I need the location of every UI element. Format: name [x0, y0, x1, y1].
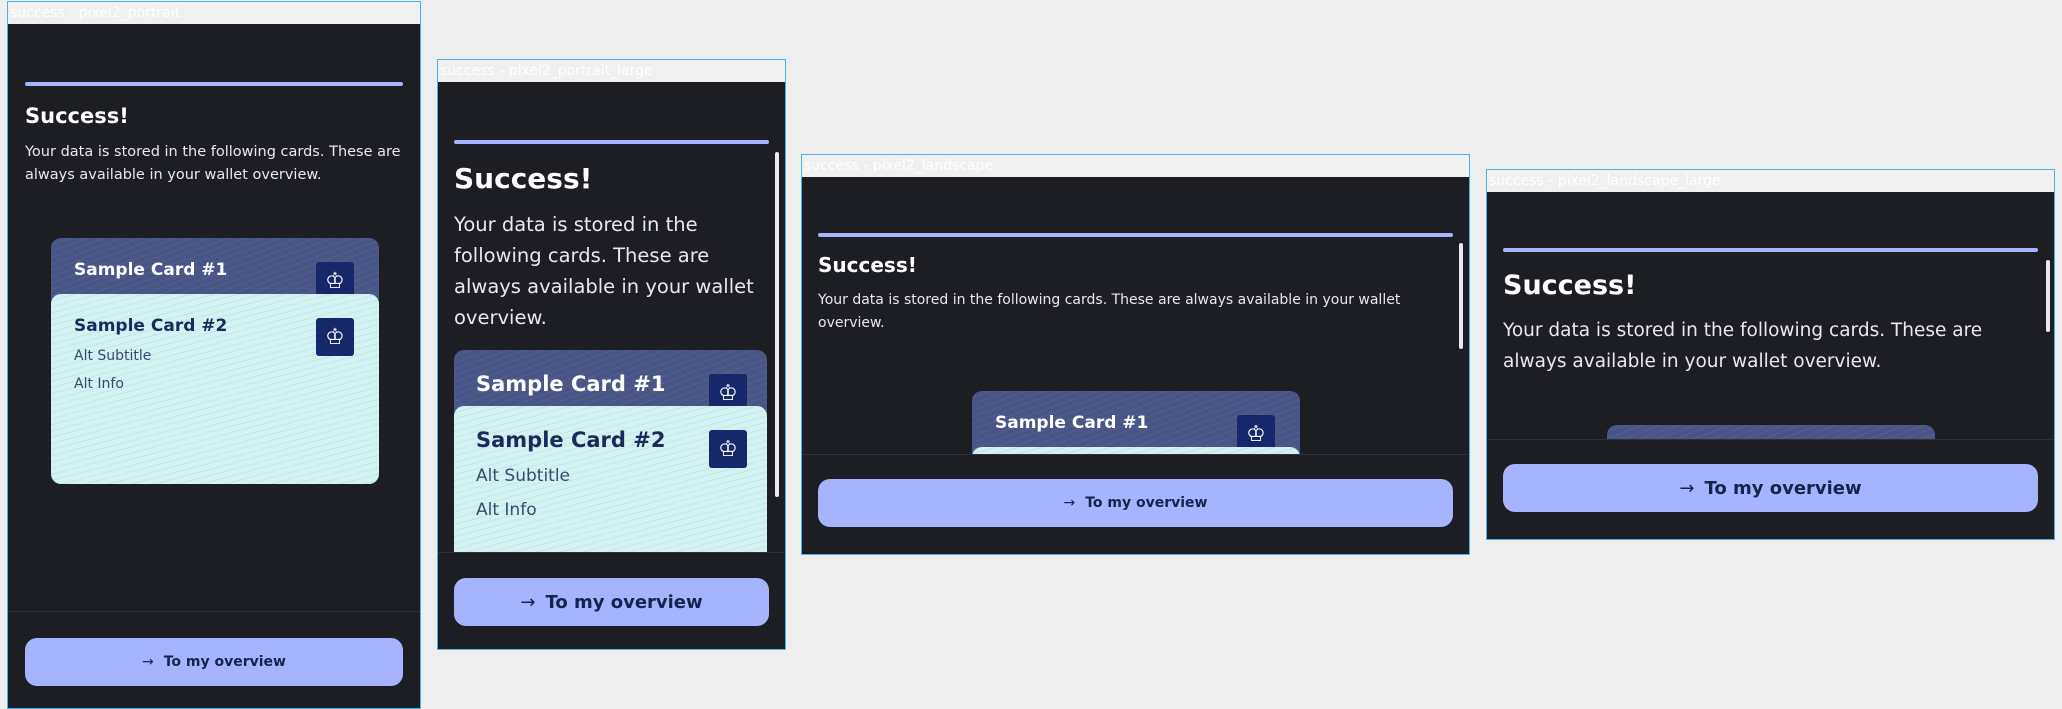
page-title: Success!: [25, 104, 129, 128]
scrollbar[interactable]: [2046, 260, 2050, 332]
frame-label: success - pixel2_landscape_large: [1487, 170, 2054, 192]
frame-pixel2-portrait: success - pixel2_portrait Success! Your …: [7, 1, 421, 709]
arrow-right-icon: →: [520, 591, 536, 613]
card-title: Sample Card #1: [476, 372, 666, 396]
to-overview-button[interactable]: → To my overview: [1503, 464, 2038, 512]
card-title: Sample Card #2: [476, 428, 666, 452]
to-overview-button[interactable]: → To my overview: [818, 479, 1453, 527]
to-overview-button[interactable]: → To my overview: [25, 638, 403, 686]
frame-label: success - pixel2_portrait: [8, 2, 420, 24]
button-label: To my overview: [163, 654, 286, 670]
frame-pixel2-landscape: success - pixel2_landscape Success! Your…: [801, 154, 1470, 555]
footer: → To my overview: [1487, 439, 2054, 539]
scrollbar[interactable]: [775, 152, 779, 497]
footer-divider: [438, 552, 785, 553]
button-label: To my overview: [545, 591, 703, 613]
success-description: Your data is stored in the following car…: [454, 213, 754, 329]
success-description: Your data is stored in the following car…: [25, 144, 401, 183]
frame-pixel2-landscape-large: success - pixel2_landscape_large Success…: [1486, 169, 2055, 540]
crest-icon: ♔: [316, 318, 354, 356]
to-overview-button[interactable]: → To my overview: [454, 578, 769, 626]
success-screen: Success! Your data is stored in the foll…: [8, 24, 420, 708]
card-title: Sample Card #1: [74, 260, 228, 280]
progress-bar: [1503, 248, 2038, 252]
frame-label: success - pixel2_portrait_large: [438, 60, 785, 82]
card-sample-2[interactable]: Sample Card #2 Alt Subtitle Alt Info ♔: [51, 294, 379, 484]
card-title: Sample Card #2: [74, 316, 228, 336]
scrollbar[interactable]: [1459, 243, 1463, 349]
button-label: To my overview: [1704, 477, 1862, 499]
progress-bar: [454, 140, 769, 144]
arrow-right-icon: →: [1679, 477, 1695, 499]
card-subtitle: Alt Subtitle: [476, 466, 571, 486]
card-sample-2[interactable]: Sample Card #2 Alt Subtitle Alt Info ♔: [454, 406, 767, 552]
card-title: Sample Card #1: [995, 413, 1149, 433]
page-title: Success!: [1503, 270, 1637, 301]
card-info: Alt Info: [476, 500, 537, 520]
card-subtitle: Alt Subtitle: [74, 348, 152, 364]
button-label: To my overview: [1085, 495, 1208, 511]
progress-bar: [25, 82, 403, 86]
card-info: Alt Info: [74, 376, 124, 392]
footer-divider: [1487, 439, 2054, 440]
arrow-right-icon: →: [1063, 495, 1076, 511]
crest-icon: ♔: [709, 430, 747, 468]
footer-divider: [8, 611, 420, 612]
success-description: Your data is stored in the following car…: [818, 292, 1401, 331]
page-title: Success!: [818, 253, 917, 277]
success-screen: Success! Your data is stored in the foll…: [802, 177, 1469, 554]
progress-bar: [818, 233, 1453, 237]
page-title: Success!: [454, 162, 593, 195]
success-screen: Success! Your data is stored in the foll…: [438, 82, 785, 649]
footer: → To my overview: [802, 454, 1469, 554]
footer-divider: [802, 454, 1469, 455]
arrow-right-icon: →: [141, 654, 154, 670]
frame-label: success - pixel2_landscape: [802, 155, 1469, 177]
success-screen: Success! Your data is stored in the foll…: [1487, 192, 2054, 539]
success-description: Your data is stored in the following car…: [1503, 320, 1983, 372]
frame-pixel2-portrait-large: success - pixel2_portrait_large Success!…: [437, 59, 786, 650]
